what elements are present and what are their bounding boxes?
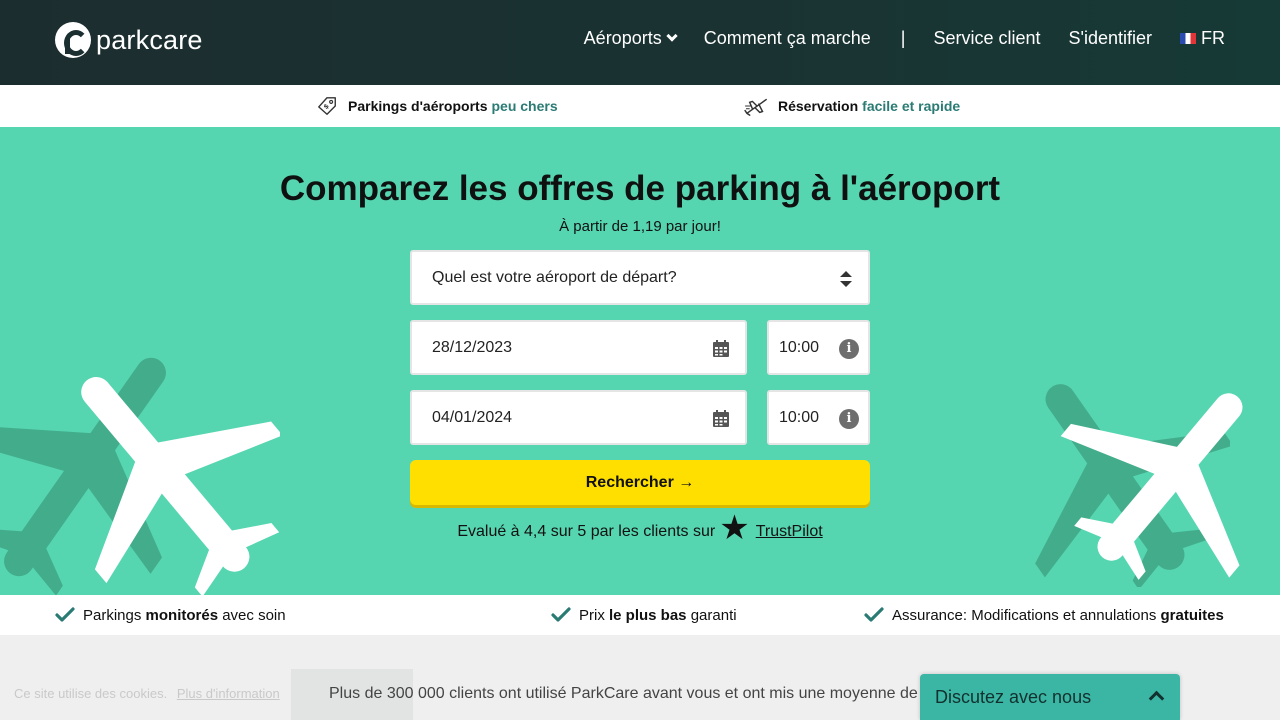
logo-text: parkcare (96, 24, 203, 55)
feature-insurance-bold: gratuites (1160, 606, 1224, 624)
sort-icon (840, 271, 852, 287)
star-icon: ★ (719, 509, 750, 547)
logo-icon (55, 22, 91, 58)
end-date-value: 04/01/2024 (432, 408, 513, 426)
cookie-notice: Ce site utilise des cookies. Plus d'info… (14, 686, 280, 701)
feature-monitored: Parkings monitorés avec soin (55, 595, 286, 635)
language-selector[interactable]: FR (1180, 28, 1225, 49)
nav-how-it-works[interactable]: Comment ça marche (704, 28, 871, 49)
feature-insurance: Assurance: Modifications et annulations … (864, 595, 1224, 635)
flag-fr-icon (1180, 33, 1196, 44)
top-header: parkcare Aéroports Comment ça marche | S… (0, 0, 1280, 85)
chat-label: Discutez avec nous (935, 686, 1092, 707)
benefit-cheap-parking: $ Parkings d'aéroports peu chers (316, 85, 558, 127)
start-time-value: 10:00 (779, 338, 820, 356)
info-icon[interactable]: i (839, 409, 859, 429)
feature-price-bold: le plus bas (609, 606, 687, 624)
check-icon (551, 607, 571, 622)
plane-left-icon (81, 377, 280, 595)
cookie-more-link[interactable]: Plus d'information (177, 686, 280, 701)
search-button[interactable]: Rechercher → (410, 460, 870, 505)
customer-stats: Plus de 300 000 clients ont utilisé Park… (329, 685, 918, 702)
logo[interactable]: parkcare (55, 22, 203, 58)
hero-subtitle: À partir de 1,19 par jour! (559, 218, 721, 235)
benefit-easy-main: Réservation (778, 98, 859, 114)
nav-customer-service[interactable]: Service client (933, 28, 1040, 49)
price-tag-icon: $ (318, 97, 336, 115)
nav-separator: | (900, 28, 906, 48)
feature-monitored-bold: monitorés (145, 606, 219, 624)
check-icon (55, 607, 75, 622)
nav-login[interactable]: S'identifier (1069, 28, 1152, 49)
feature-monitored-post: avec soin (218, 606, 286, 624)
plane-icon (744, 98, 767, 116)
trustpilot-rating: Evalué à 4,4 sur 5 par les clients sur ★… (0, 511, 1280, 547)
feature-monitored-pre: Parkings (83, 606, 146, 624)
calendar-icon (713, 410, 729, 427)
start-date-input[interactable]: 28/12/2023 (410, 320, 747, 375)
start-time-input[interactable]: 10:00 i (767, 320, 870, 375)
language-label: FR (1201, 28, 1225, 48)
chevron-down-icon (666, 30, 678, 42)
cookie-text: Ce site utilise des cookies. (14, 686, 168, 701)
start-date-value: 28/12/2023 (432, 338, 513, 356)
calendar-icon (713, 340, 729, 357)
benefit-cheap-highlight: peu chers (491, 98, 558, 114)
benefit-cheap-main: Parkings d'aéroports (348, 98, 488, 114)
nav-airports-label: Aéroports (583, 28, 662, 48)
feature-price-post: garanti (686, 606, 737, 624)
benefit-easy-highlight: facile et rapide (862, 98, 961, 114)
end-time-input[interactable]: 10:00 i (767, 390, 870, 445)
chevron-up-icon (1148, 690, 1165, 707)
hero-title: Comparez les offres de parking à l'aérop… (279, 169, 1001, 208)
rating-text: Evalué à 4,4 sur 5 par les clients sur (457, 523, 716, 540)
features-bar: Parkings monitorés avec soin Prix le plu… (0, 595, 1280, 635)
benefit-strip: $ Parkings d'aéroports peu chers Réserva… (0, 85, 1280, 127)
end-date-input[interactable]: 04/01/2024 (410, 390, 747, 445)
departure-airport-select[interactable]: Quel est votre aéroport de départ? (410, 250, 870, 305)
check-icon (864, 607, 884, 622)
feature-price-pre: Prix (579, 606, 609, 624)
feature-insurance-pre: Assurance: Modifications et annulations (892, 606, 1161, 624)
plane-right-icon (1060, 393, 1243, 580)
benefit-easy-booking: Réservation facile et rapide (744, 85, 960, 127)
end-time-value: 10:00 (779, 408, 820, 426)
departure-airport-placeholder: Quel est votre aéroport de départ? (432, 268, 677, 286)
feature-lowest-price: Prix le plus bas garanti (551, 595, 737, 635)
chat-widget[interactable]: Discutez avec nous (920, 674, 1180, 720)
hero-search: Comparez les offres de parking à l'aérop… (0, 127, 1280, 595)
info-icon[interactable]: i (839, 339, 859, 359)
trustpilot-link[interactable]: TrustPilot (756, 523, 823, 541)
main-nav: Aéroports Comment ça marche | Service cl… (584, 28, 1225, 49)
nav-airports[interactable]: Aéroports (583, 28, 678, 49)
